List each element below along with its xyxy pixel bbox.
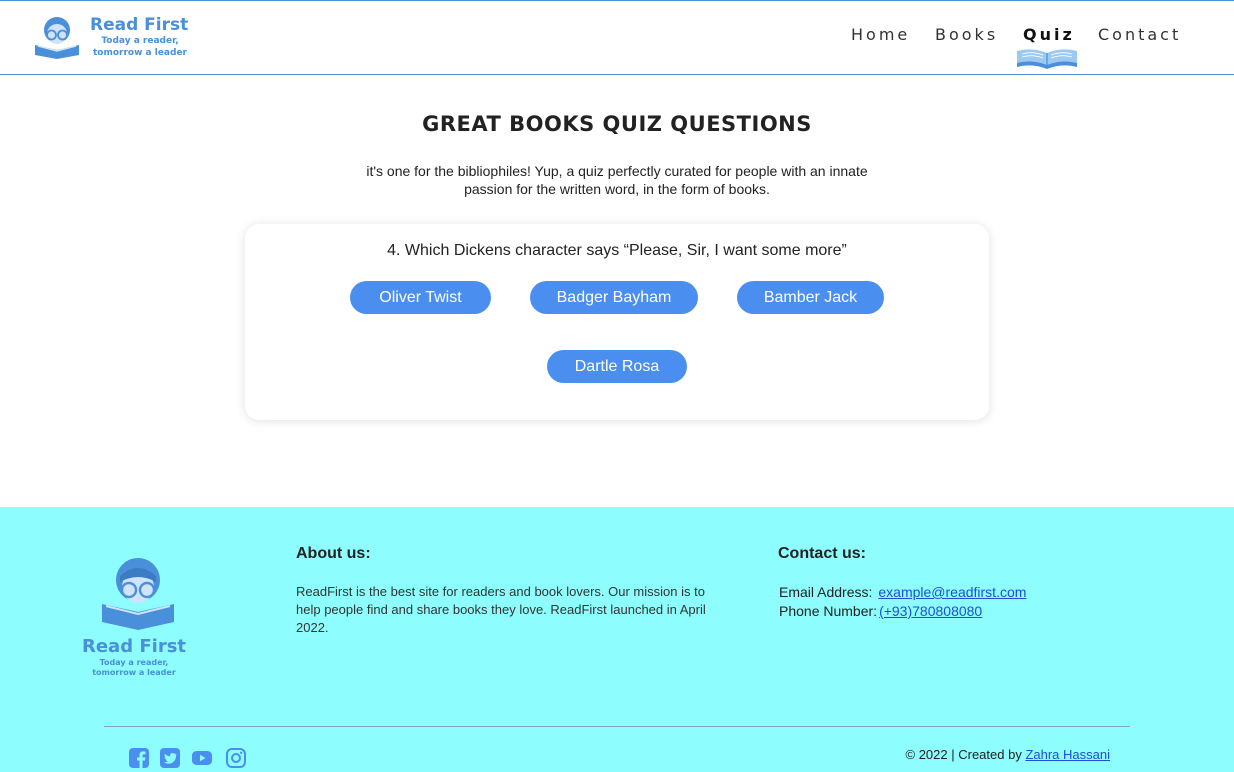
answer-button-bamber-jack[interactable]: Bamber Jack — [737, 281, 884, 314]
about-text: ReadFirst is the best site for readers a… — [296, 584, 706, 635]
footer-divider — [104, 726, 1130, 727]
page-title: GREAT BOOKS QUIZ QUESTIONS — [422, 112, 812, 136]
about-heading: About us: — [296, 545, 371, 562]
answer-button-dartle-rosa[interactable]: Dartle Rosa — [547, 350, 687, 383]
nav-contact[interactable]: Contact — [1098, 25, 1181, 44]
brand-logo[interactable]: Read First Today a reader, tomorrow a le… — [32, 13, 202, 63]
page-intro: it's one for the bibliophiles! Yup, a qu… — [366, 163, 868, 197]
facebook-icon[interactable] — [128, 747, 150, 769]
twitter-icon[interactable] — [159, 747, 181, 769]
contact-email-row: Email Address: example@readfirst.com — [779, 584, 1026, 600]
answer-button-oliver-twist[interactable]: Oliver Twist — [350, 281, 491, 314]
copyright-text: © 2022 | Created by — [905, 747, 1022, 762]
nav-quiz[interactable]: Quiz — [1023, 25, 1075, 44]
footer-tagline-line2: tomorrow a leader — [92, 668, 176, 677]
brand-name: Read First — [90, 15, 189, 35]
quiz-question: 4. Which Dickens character says “Please,… — [387, 242, 847, 259]
youtube-icon[interactable] — [191, 747, 213, 769]
answer-button-badger-bayham[interactable]: Badger Bayham — [530, 281, 698, 314]
author-link[interactable]: Zahra Hassani — [1025, 747, 1110, 762]
reader-logo-icon — [35, 17, 79, 59]
contact-phone-row: Phone Number: (+93)780808080 — [779, 603, 982, 619]
email-label: Email Address: — [779, 584, 873, 600]
open-book-icon — [1017, 49, 1077, 69]
brand-tagline-line2: tomorrow a leader — [92, 48, 187, 58]
brand-tagline-line1: Today a reader, — [101, 36, 179, 46]
nav-home[interactable]: Home — [851, 25, 910, 44]
site-footer: Read First Today a reader, tomorrow a le… — [0, 507, 1234, 772]
phone-link[interactable]: (+93)780808080 — [879, 603, 982, 619]
quiz-card: 4. Which Dickens character says “Please,… — [245, 224, 989, 420]
footer-tagline-line1: Today a reader, — [99, 658, 169, 667]
brand-tagline: Today a reader, tomorrow a leader — [88, 35, 192, 59]
nav-books[interactable]: Books — [935, 25, 998, 44]
reader-logo-icon — [102, 558, 174, 630]
instagram-icon[interactable] — [225, 747, 247, 769]
footer-brand-name: Read First — [81, 636, 187, 657]
contact-heading: Contact us: — [778, 545, 866, 562]
email-link[interactable]: example@readfirst.com — [878, 584, 1026, 600]
site-header: Read First Today a reader, tomorrow a le… — [0, 0, 1234, 75]
footer-logo: Read First Today a reader, tomorrow a le… — [80, 552, 188, 682]
phone-label: Phone Number: — [779, 603, 878, 619]
footer-brand-tagline: Today a reader, tomorrow a leader — [80, 658, 188, 678]
copyright: © 2022 | Created by Zahra Hassani — [860, 747, 1110, 762]
